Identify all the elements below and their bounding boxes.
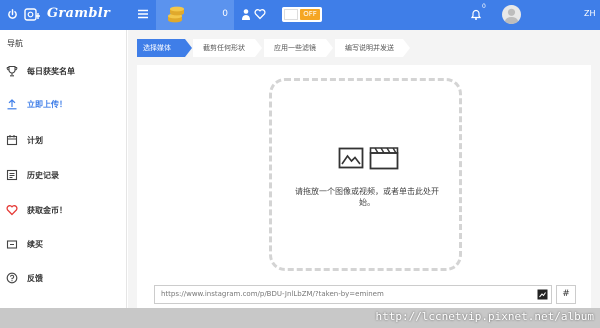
step-label: 选择媒体 [143, 44, 171, 52]
step-arrow [403, 39, 410, 57]
calendar-icon [6, 134, 18, 146]
sidebar-item-feedback[interactable]: 反馈 [0, 265, 127, 291]
image-icon [338, 147, 364, 169]
step-label: 编写说明并发送 [345, 44, 394, 52]
toggle-state-label: OFF [300, 9, 320, 20]
step-label: 截剪任何形状 [203, 44, 245, 52]
sidebar-item-label: 每日获奖名单 [27, 66, 75, 76]
hashtag-button[interactable]: # [556, 285, 576, 304]
auto-toggle[interactable]: OFF [282, 7, 322, 22]
heart-icon [6, 204, 18, 216]
sidebar-title: 导航 [7, 39, 23, 48]
upload-panel: 请拖放一个图像或视频，或者单击此处开始。 [137, 65, 591, 308]
history-icon [6, 169, 18, 181]
coin-count: 0 [222, 9, 228, 19]
avatar[interactable] [502, 5, 521, 24]
footer-strip: http://lccnetvip.pixnet.net/album [0, 308, 600, 328]
media-url-input[interactable]: https://www.instagram.com/p/BDU-JnlLbZM/… [154, 285, 552, 304]
sidebar-item-renew[interactable]: 续买 [0, 231, 127, 257]
step-progress: 选择媒体 截剪任何形状 应用一些滤镜 编写说明并发送 [137, 39, 437, 57]
video-clapper-icon [369, 145, 399, 170]
trophy-icon [6, 65, 18, 77]
sidebar-item-label: 历史记录 [27, 170, 59, 180]
paste-icon[interactable] [537, 289, 548, 300]
media-dropzone[interactable]: 请拖放一个图像或视频，或者单击此处开始。 [269, 78, 462, 271]
sidebar-item-upload[interactable]: 立即上传！ [0, 91, 127, 117]
person-icon[interactable] [241, 8, 251, 21]
top-bar: Gramblr 0 OFF 0 ZH [0, 0, 600, 30]
sidebar-item-label: 续买 [27, 239, 43, 249]
step-arrow [185, 39, 192, 57]
sidebar-item-get-coins[interactable]: 获取金币！ [0, 197, 127, 223]
sidebar-item-label: 计划 [27, 135, 43, 145]
hamburger-menu-icon[interactable] [136, 7, 150, 21]
upload-icon [6, 98, 18, 110]
sidebar-item-schedule[interactable]: 计划 [0, 127, 127, 153]
watermark-text: http://lccnetvip.pixnet.net/album [375, 310, 594, 323]
url-input-value: https://www.instagram.com/p/BDU-JnlLbZM/… [161, 290, 384, 298]
sidebar-item-label: 反馈 [27, 273, 43, 283]
sidebar-item-label: 获取金币！ [27, 205, 67, 215]
notification-count: 0 [482, 3, 486, 10]
help-icon [6, 272, 18, 284]
coin-balance[interactable]: 0 [156, 0, 234, 30]
step-label: 应用一些滤镜 [274, 44, 316, 52]
sidebar-item-daily-winners[interactable]: 每日获奖名单 [0, 58, 127, 84]
coins-icon [166, 5, 186, 25]
sidebar-item-history[interactable]: 历史记录 [0, 162, 127, 188]
step-crop[interactable]: 截剪任何形状 [193, 39, 262, 57]
bell-icon[interactable] [470, 8, 482, 21]
step-arrow [326, 39, 333, 57]
main-content: 选择媒体 截剪任何形状 应用一些滤镜 编写说明并发送 请拖放一个图像或视频，或者… [128, 30, 600, 308]
sidebar-item-label: 立即上传！ [27, 99, 67, 109]
dropzone-instructions: 请拖放一个图像或视频，或者单击此处开始。 [295, 187, 439, 207]
cart-icon [6, 238, 18, 250]
step-arrow [255, 39, 262, 57]
step-caption-send[interactable]: 编写说明并发送 [335, 39, 410, 57]
app-logo-text: Gramblr [47, 6, 111, 21]
power-icon[interactable] [6, 8, 18, 20]
heart-outline-icon[interactable] [254, 8, 266, 20]
sidebar: 导航 每日获奖名单 立即上传！ 计划 历史记录 获取金币！ 续买 反馈 [0, 30, 127, 308]
step-filters[interactable]: 应用一些滤镜 [264, 39, 333, 57]
toggle-knob [284, 9, 298, 20]
step-select-media[interactable]: 选择媒体 [137, 39, 192, 57]
user-code[interactable]: ZH [584, 9, 596, 18]
logo-icon [24, 8, 42, 21]
